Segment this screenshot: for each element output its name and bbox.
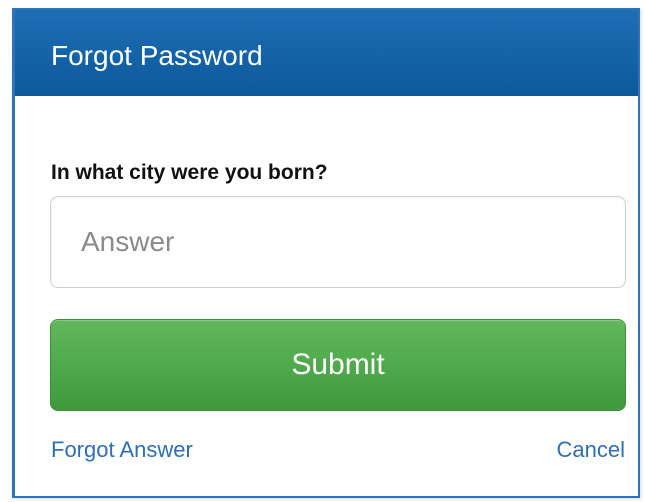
- dialog-header: Forgot Password: [15, 10, 638, 96]
- cancel-link[interactable]: Cancel: [557, 437, 625, 463]
- submit-button[interactable]: Submit: [50, 319, 626, 411]
- security-question-label: In what city were you born?: [51, 161, 328, 184]
- forgot-password-dialog: Forgot Password In what city were you bo…: [12, 8, 640, 498]
- answer-input[interactable]: [50, 196, 626, 288]
- forgot-answer-link[interactable]: Forgot Answer: [51, 437, 193, 463]
- page: Forgot Password In what city were you bo…: [0, 0, 645, 502]
- dialog-title: Forgot Password: [51, 40, 263, 71]
